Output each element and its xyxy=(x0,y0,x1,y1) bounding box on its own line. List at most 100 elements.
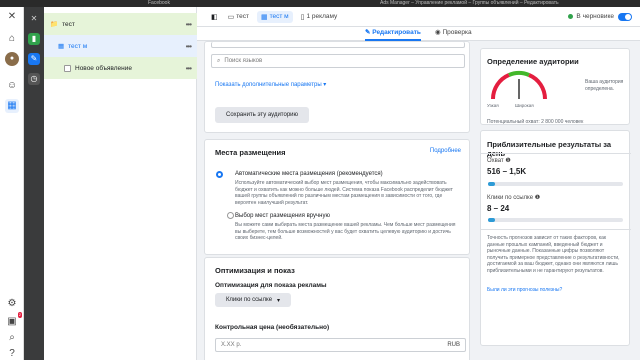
auto-placements-desc: Используйте автоматический выбор мест ра… xyxy=(235,180,453,206)
global-nav-rail: ✕ ⌂ ● ☺ ▦ ⚙ ▣ 2 ⌕ ? xyxy=(0,7,24,360)
optimization-dropdown[interactable]: Клики по ссылке ▾ xyxy=(215,293,291,307)
reach-bar-fill xyxy=(488,182,495,186)
bid-cap-label: Контрольная цена (необязательно) xyxy=(215,324,330,331)
clicks-bar-fill xyxy=(488,218,495,222)
info-icon[interactable]: ❶ xyxy=(505,158,510,164)
estimated-results-title: Приблизительные результаты за день xyxy=(487,140,612,158)
tree-item-campaign[interactable]: 📁 тест ••• xyxy=(44,13,197,35)
clicks-value: 8 – 24 xyxy=(487,204,510,213)
gauge-narrow-arc xyxy=(491,73,510,100)
optimization-for-ad-label: Оптимизация для показа рекламы xyxy=(215,282,327,289)
manual-placements-desc: Вы можете сами выбирать места размещение… xyxy=(235,222,456,241)
edit-tabs: ✎ Редактировать ◉ Проверка xyxy=(197,27,640,41)
show-more-params-link[interactable]: Показать дополнительные параметры ▾ xyxy=(215,81,326,88)
reach-bar xyxy=(488,182,623,186)
save-audience-button[interactable]: Сохранить эту аудиторию xyxy=(215,107,309,123)
more-icon[interactable]: ••• xyxy=(186,42,192,51)
reach-value: 516 – 1,5K xyxy=(487,167,527,176)
divider xyxy=(481,229,631,230)
breadcrumb-ads[interactable]: ▯ 1 рекламу xyxy=(301,13,338,21)
adset-grid-icon: ▦ xyxy=(58,43,65,50)
estimated-results-card: Приблизительные результаты за день Охват… xyxy=(480,130,631,346)
more-icon[interactable]: ••• xyxy=(186,20,192,29)
breadcrumb-label: 1 рекламу xyxy=(306,13,338,20)
campaign-folder-icon: 📁 xyxy=(50,21,59,28)
feedback-link[interactable]: Были ли эти прогнозы полезны? xyxy=(487,287,562,293)
potential-reach: Потенциальный охват: 2 800 000 человек xyxy=(487,119,584,125)
manual-placements-label: Выбор мест размещения вручную xyxy=(235,213,330,219)
search-icon[interactable]: ⌕ xyxy=(5,331,19,345)
tree-item-ad[interactable]: Новое объявление ••• xyxy=(44,57,197,79)
gear-icon[interactable]: ⚙ xyxy=(5,297,19,311)
home-icon[interactable]: ⌂ xyxy=(5,32,19,46)
auto-placements-label: Автоматические места размещения (рекомен… xyxy=(235,171,383,177)
tree-item-label: тест xyxy=(62,20,75,28)
estimate-disclaimer: Точность прогнозов зависит от таких факт… xyxy=(487,235,620,274)
window-title-bar: Facebook Ads Manager – Управление реклам… xyxy=(0,0,640,7)
tree-item-label: тест м xyxy=(68,42,88,50)
ad-icon: ▯ xyxy=(300,13,305,21)
help-icon[interactable]: ? xyxy=(5,347,19,360)
tab-edit[interactable]: ✎ Редактировать xyxy=(365,27,421,41)
input-placeholder: Поиск языков xyxy=(224,58,263,64)
clicks-label: Клики по ссылке ❶ xyxy=(487,194,540,201)
status-dot-icon xyxy=(568,14,574,19)
manual-placements-radio[interactable] xyxy=(227,212,234,219)
audience-status: Ваша аудитория определена. xyxy=(585,79,624,92)
optimization-title: Оптимизация и показ xyxy=(215,266,295,275)
bid-cap-input[interactable]: X.XX р. RUB xyxy=(215,338,466,352)
grid-icon: ▦ xyxy=(261,13,268,21)
audience-definition-title: Определение аудитории xyxy=(487,57,579,66)
auto-placements-radio[interactable] xyxy=(216,171,223,178)
more-icon[interactable]: ••• xyxy=(186,64,192,73)
editor-level-strip: ✕ ▮ ✎ ◷ xyxy=(24,7,44,360)
history-icon[interactable]: ◷ xyxy=(28,73,40,85)
ad-checkbox[interactable] xyxy=(64,64,71,72)
tab-label: Редактировать xyxy=(372,29,421,36)
reach-label-text: Охват xyxy=(487,158,504,164)
close-icon[interactable]: ✕ xyxy=(5,10,19,24)
placements-card: Места размещения Подробнее Автоматически… xyxy=(204,139,470,255)
input-placeholder: X.XX р. xyxy=(221,342,242,348)
notifications-icon[interactable]: ▣ 2 xyxy=(5,312,22,329)
clicks-bar xyxy=(488,218,623,222)
chart-icon[interactable]: ▮ xyxy=(28,33,40,45)
active-toggle[interactable] xyxy=(618,13,632,21)
search-icon: ⌕ xyxy=(217,57,221,64)
gauge-narrow-label: Узкая xyxy=(487,103,499,108)
learn-more-link[interactable]: Подробнее xyxy=(430,148,461,154)
tree-item-adset[interactable]: ▦ тест м ••• xyxy=(44,35,197,57)
editor-topbar: ◧ ▭ тест ▦ тест м ▯ 1 рекламу В черновике xyxy=(197,7,640,27)
ads-manager-icon[interactable]: ▦ xyxy=(5,99,19,113)
smiley-icon[interactable]: ☺ xyxy=(5,79,19,93)
draft-status-label: В черновике xyxy=(576,13,614,20)
chevron-down-icon: ▾ xyxy=(277,297,281,304)
breadcrumb-campaign[interactable]: ▭ тест xyxy=(228,13,249,21)
divider xyxy=(481,153,631,154)
avatar[interactable]: ● xyxy=(5,52,19,66)
breadcrumb-label: тест xyxy=(236,13,249,20)
pencil-icon[interactable]: ✎ xyxy=(28,53,40,65)
currency-label: RUB xyxy=(447,342,460,348)
window-title: Ads Manager – Управление рекламой – Груп… xyxy=(380,0,559,6)
tree-item-label: Новое объявление xyxy=(75,64,132,72)
breadcrumb-adset[interactable]: ▦ тест м xyxy=(257,10,293,23)
notification-badge: 2 xyxy=(17,312,22,318)
language-search-input[interactable]: ⌕ Поиск языков xyxy=(211,54,465,68)
main-editor: ⌕ Поиск языков Показать дополнительные п… xyxy=(197,41,478,360)
tab-review[interactable]: ◉ Проверка xyxy=(435,27,472,41)
close-icon[interactable]: ✕ xyxy=(28,13,40,25)
draft-status: В черновике xyxy=(568,13,614,20)
panel-toggle-icon[interactable]: ◧ xyxy=(211,13,218,21)
folder-icon: ▭ xyxy=(227,13,235,21)
window-tab-title: Facebook xyxy=(148,0,170,6)
audience-definition-card: Определение аудитории Узкая Широкая Ваша… xyxy=(480,48,630,125)
campaign-tree: 📁 тест ••• ▦ тест м ••• Новое объявление… xyxy=(44,7,197,360)
placements-title: Места размещения xyxy=(215,148,286,157)
audience-gauge xyxy=(491,71,547,100)
audience-card: ⌕ Поиск языков Показать дополнительные п… xyxy=(204,41,470,133)
clicks-label-text: Клики по ссылке xyxy=(487,195,534,201)
info-icon[interactable]: ❶ xyxy=(535,195,540,201)
tab-label: Проверка xyxy=(442,29,472,36)
breadcrumb-label: тест м xyxy=(269,13,289,20)
